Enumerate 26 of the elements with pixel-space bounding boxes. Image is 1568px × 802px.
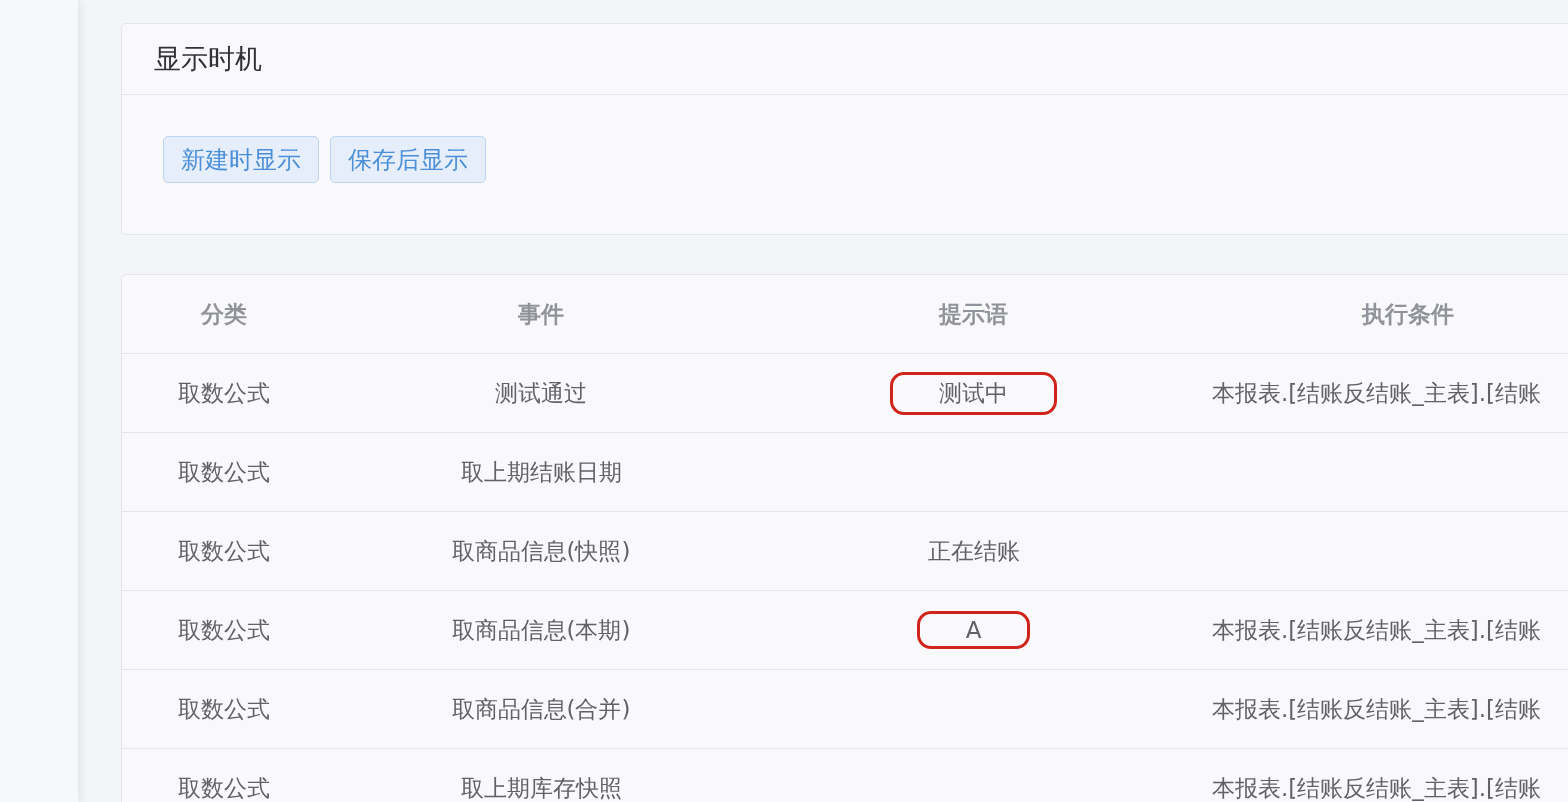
table-cell-text: 正在结账 [927,536,1020,566]
table-cell: A [965,617,982,643]
column-header: 提示语 [939,299,1008,329]
option-button[interactable]: 保存后显示 [330,136,486,183]
column-header: 事件 [518,299,564,329]
option-button[interactable]: 新建时显示 [163,136,319,183]
table-cell-text: 测试通过 [495,378,587,408]
table-cell-text: 取数公式 [178,615,270,645]
table-cell-text: 本报表.[结账反结账_主表].[结账 [1212,694,1542,724]
column-header: 执行条件 [1362,299,1454,329]
table-cell-text: 取商品信息(本期) [451,615,631,645]
table-cell-text: 本报表.[结账反结账_主表].[结账 [1212,773,1542,802]
card-title: 显示时机 [154,42,262,76]
table-cell-text: 测试中 [939,378,1008,408]
table-cell-text: 取数公式 [178,694,270,724]
table-cell-text: 本报表.[结账反结账_主表].[结账 [1212,378,1542,408]
table-cell-text: 取数公式 [178,536,270,566]
table-cell-text: 取商品信息(合并) [451,694,631,724]
table-cell-text: 取上期结账日期 [460,457,622,487]
column-header: 分类 [201,299,247,329]
table-cell-text: 取数公式 [178,378,270,408]
table-cell-text: 取上期库存快照 [460,773,622,802]
table-cell-text: 本报表.[结账反结账_主表].[结账 [1212,615,1542,645]
table-cell-text: 取数公式 [178,773,270,802]
table-cell-text: 取数公式 [178,457,270,487]
table-cell-text: 取商品信息(快照) [451,536,631,566]
